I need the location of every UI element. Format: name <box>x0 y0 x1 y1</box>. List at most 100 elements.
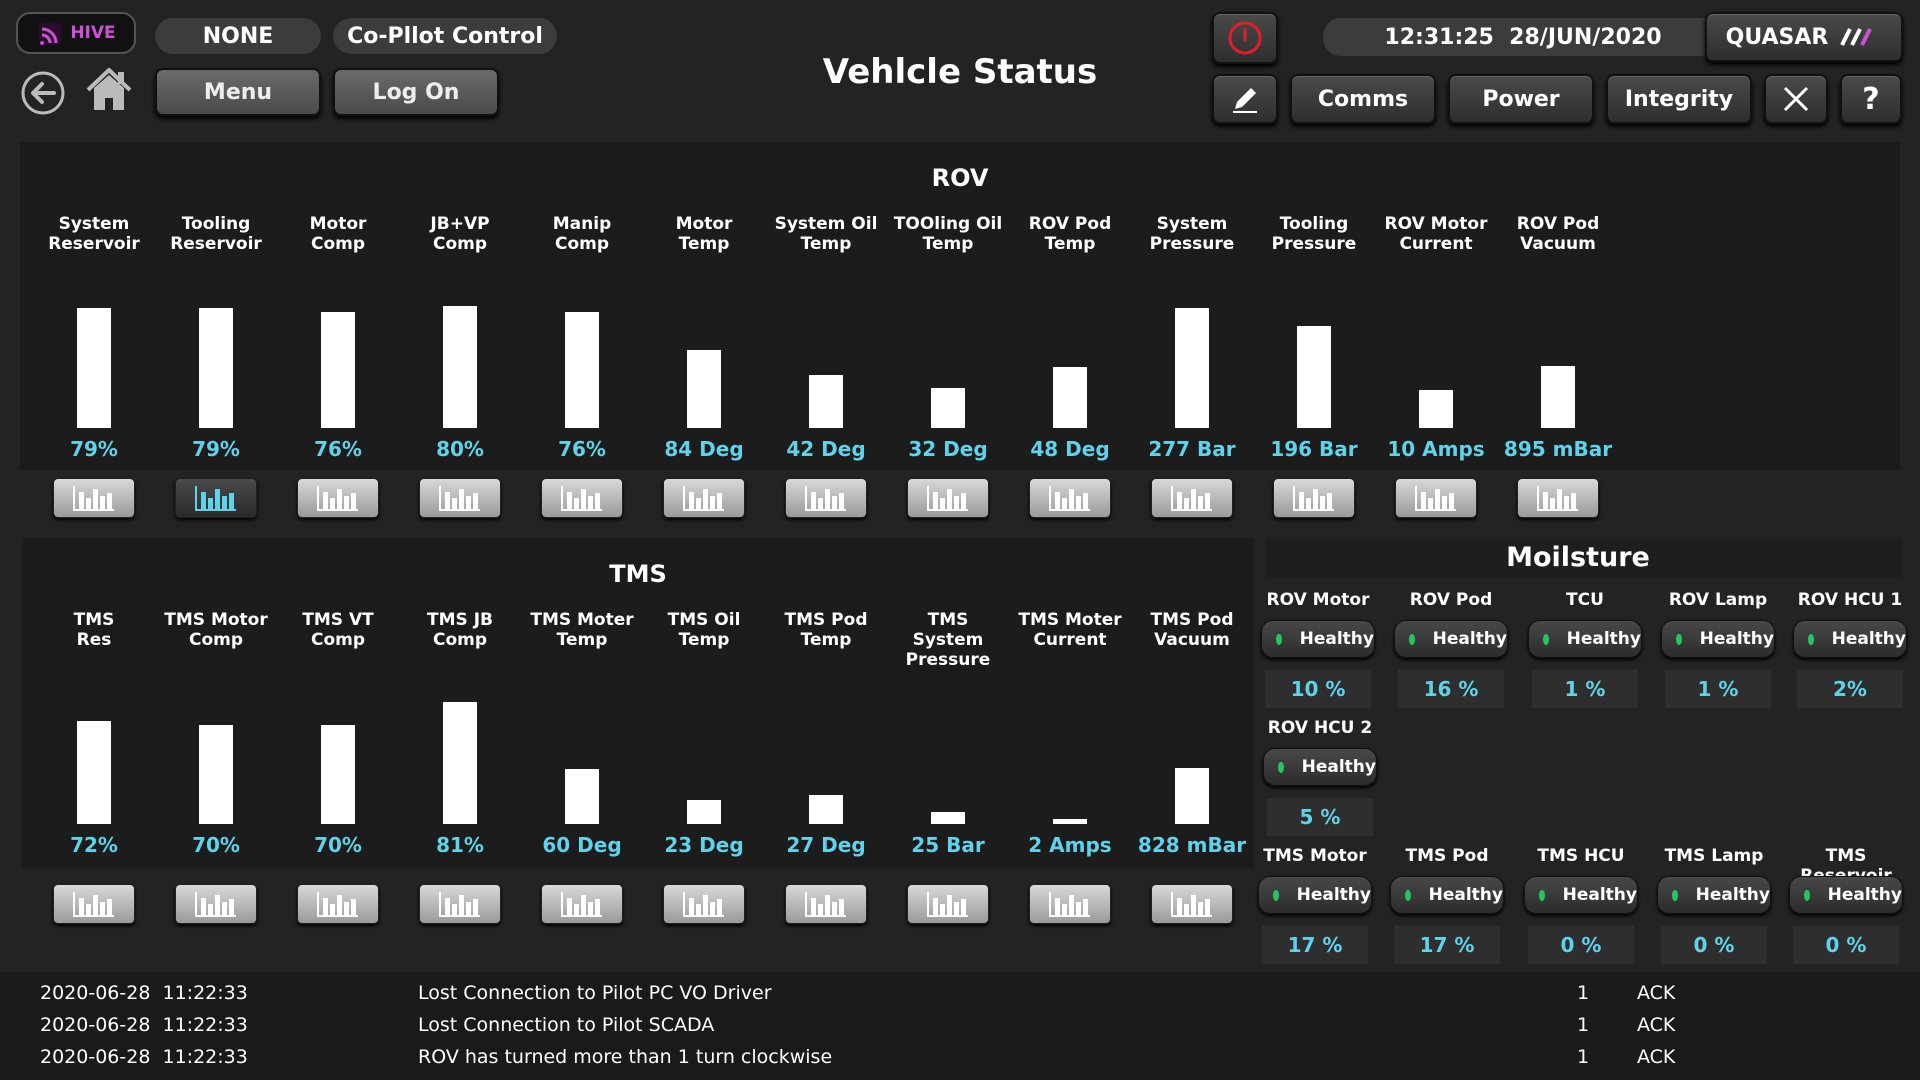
bar-chart-icon <box>561 486 602 511</box>
rov-tooling-oil-temp-label: TOOling Oil Temp <box>893 214 1003 254</box>
alarm-ack-status[interactable]: ACK <box>1637 982 1675 1004</box>
moisture-tms-reservoir-status[interactable]: Healthy <box>1789 876 1903 914</box>
rov-tooling-oil-temp-chart-button[interactable] <box>907 478 989 518</box>
moisture-tcu-status[interactable]: Healthy <box>1528 620 1642 658</box>
edit-button[interactable] <box>1212 74 1278 124</box>
tms-tms-vt-comp-bar <box>321 725 355 824</box>
tms-tms-res-bar <box>77 721 111 824</box>
healthy-indicator-icon <box>1273 889 1279 901</box>
rov-rov-pod-temp-label: ROV Pod Temp <box>1028 214 1112 254</box>
rov-section-title: ROV <box>931 164 989 192</box>
logo-text: HIVE <box>70 23 116 43</box>
moisture-rov-hcu-2-status-text: Healthy <box>1301 757 1376 777</box>
moisture-tms-motor-status[interactable]: Healthy <box>1258 876 1372 914</box>
tms-tms-pod-vacuum-chart-button[interactable] <box>1151 884 1233 924</box>
moisture-tms-hcu-status[interactable]: Healthy <box>1524 876 1638 914</box>
moisture-tms-pod-percent: 17 % <box>1394 926 1500 964</box>
moisture-rov-pod-status-text: Healthy <box>1432 629 1507 649</box>
moisture-rov-hcu-2-status[interactable]: Healthy <box>1263 748 1377 786</box>
moisture-tms-lamp-status[interactable]: Healthy <box>1657 876 1771 914</box>
rov-system-oil-temp-value: 42 Deg <box>786 437 866 461</box>
rov-rov-pod-temp-bar <box>1053 367 1087 428</box>
power-button[interactable]: Power <box>1448 74 1594 124</box>
rov-rov-motor-current-chart-button[interactable] <box>1395 478 1477 518</box>
moisture-tms-lamp-status-text: Healthy <box>1695 885 1770 905</box>
moisture-tms-pod-status[interactable]: Healthy <box>1390 876 1504 914</box>
tms-tms-oil-temp-chart-button[interactable] <box>663 884 745 924</box>
rov-jb-vp-comp-label: JB+VP Comp <box>430 214 490 254</box>
close-button[interactable] <box>1764 74 1828 124</box>
log-on-button[interactable]: Log On <box>333 68 499 116</box>
rov-tooling-reservoir-label: Tooling Reservoir <box>170 214 262 254</box>
rov-rov-pod-vacuum-chart-button[interactable] <box>1517 478 1599 518</box>
help-button[interactable]: ? <box>1840 74 1902 124</box>
rov-system-reservoir-value: 79% <box>70 437 118 461</box>
rov-jb-vp-comp-chart-button[interactable] <box>419 478 501 518</box>
tms-tms-moter-temp-chart-button[interactable] <box>541 884 623 924</box>
rov-rov-pod-temp-value: 48 Deg <box>1030 437 1110 461</box>
rov-system-oil-temp-chart-button[interactable] <box>785 478 867 518</box>
bar-chart-icon <box>1171 892 1212 917</box>
tms-tms-moter-temp-value: 60 Deg <box>542 833 622 857</box>
rov-jb-vp-comp-bar <box>443 306 477 428</box>
rov-tooling-pressure-bar <box>1297 326 1331 428</box>
moisture-tms-reservoir-status-text: Healthy <box>1827 885 1902 905</box>
rov-tooling-reservoir-chart-button[interactable] <box>175 478 257 518</box>
tms-tms-system-pressure-bar <box>931 812 965 824</box>
quasar-brand-button[interactable]: QUASAR <box>1705 12 1903 62</box>
alarm-row[interactable]: 2020-06-28 11:22:33 Lost Connection to Pi… <box>0 982 1920 1010</box>
mode-pill[interactable]: NONE <box>155 18 321 54</box>
rov-tooling-reservoir-bar <box>199 308 233 428</box>
moisture-rov-pod-status[interactable]: Healthy <box>1394 620 1508 658</box>
hive-logo[interactable]: HIVE <box>16 12 136 54</box>
emergency-power-button[interactable] <box>1212 12 1278 64</box>
comms-button[interactable]: Comms <box>1290 74 1436 124</box>
tms-tms-motor-comp-chart-button[interactable] <box>175 884 257 924</box>
tms-tms-moter-temp-bar <box>565 769 599 824</box>
bar-chart-icon <box>683 892 724 917</box>
rov-rov-pod-vacuum-value: 895 mBar <box>1503 437 1613 461</box>
rov-rov-motor-current-label: ROV Motor Current <box>1384 214 1488 254</box>
rov-motor-comp-chart-button[interactable] <box>297 478 379 518</box>
rov-system-reservoir-chart-button[interactable] <box>53 478 135 518</box>
moisture-rov-motor-status[interactable]: Healthy <box>1261 620 1375 658</box>
alarm-message: Lost Connection to Pilot SCADA <box>418 1014 715 1036</box>
moisture-rov-hcu-1-status[interactable]: Healthy <box>1793 620 1907 658</box>
tms-tms-vt-comp-chart-button[interactable] <box>297 884 379 924</box>
tms-tms-moter-current-chart-button[interactable] <box>1029 884 1111 924</box>
bar-chart-icon <box>927 486 968 511</box>
moisture-section-title: Moilsture <box>1506 542 1650 573</box>
rov-tooling-pressure-chart-button[interactable] <box>1273 478 1355 518</box>
rov-manip-comp-bar <box>565 312 599 428</box>
bar-chart-icon <box>561 892 602 917</box>
alarm-row[interactable]: 2020-06-28 11:22:33 ROV has turned more t… <box>0 1046 1920 1074</box>
menu-button[interactable]: Menu <box>155 68 321 116</box>
rov-system-pressure-chart-button[interactable] <box>1151 478 1233 518</box>
healthy-indicator-icon <box>1543 633 1549 645</box>
tms-tms-pod-temp-chart-button[interactable] <box>785 884 867 924</box>
integrity-button[interactable]: Integrity <box>1606 74 1752 124</box>
tms-tms-jb-comp-bar <box>443 702 477 824</box>
bar-chart-icon <box>1049 892 1090 917</box>
tms-tms-system-pressure-chart-button[interactable] <box>907 884 989 924</box>
tms-tms-pod-temp-value: 27 Deg <box>786 833 866 857</box>
rov-motor-temp-label: Motor Temp <box>675 214 733 254</box>
copilot-control-pill[interactable]: Co-Pllot Control <box>333 18 557 54</box>
rov-rov-pod-temp-chart-button[interactable] <box>1029 478 1111 518</box>
moisture-tms-pod-label: TMS Pod <box>1405 846 1489 866</box>
rov-tooling-oil-temp-bar <box>931 388 965 428</box>
moisture-rov-pod-percent: 16 % <box>1398 670 1504 708</box>
alarm-ack-status[interactable]: ACK <box>1637 1046 1675 1068</box>
tms-tms-jb-comp-chart-button[interactable] <box>419 884 501 924</box>
alarm-row[interactable]: 2020-06-28 11:22:33 Lost Connection to Pi… <box>0 1014 1920 1042</box>
back-arrow-icon[interactable] <box>20 70 66 116</box>
moisture-rov-lamp-status[interactable]: Healthy <box>1661 620 1775 658</box>
rov-manip-comp-chart-button[interactable] <box>541 478 623 518</box>
tms-tms-pod-vacuum-label: TMS Pod Vacuum <box>1150 610 1234 650</box>
tms-tms-res-chart-button[interactable] <box>53 884 135 924</box>
rov-motor-temp-chart-button[interactable] <box>663 478 745 518</box>
home-icon[interactable] <box>84 66 134 114</box>
moisture-tms-pod-status-text: Healthy <box>1428 885 1503 905</box>
moisture-tms-lamp-label: TMS Lamp <box>1664 846 1764 866</box>
alarm-ack-status[interactable]: ACK <box>1637 1014 1675 1036</box>
